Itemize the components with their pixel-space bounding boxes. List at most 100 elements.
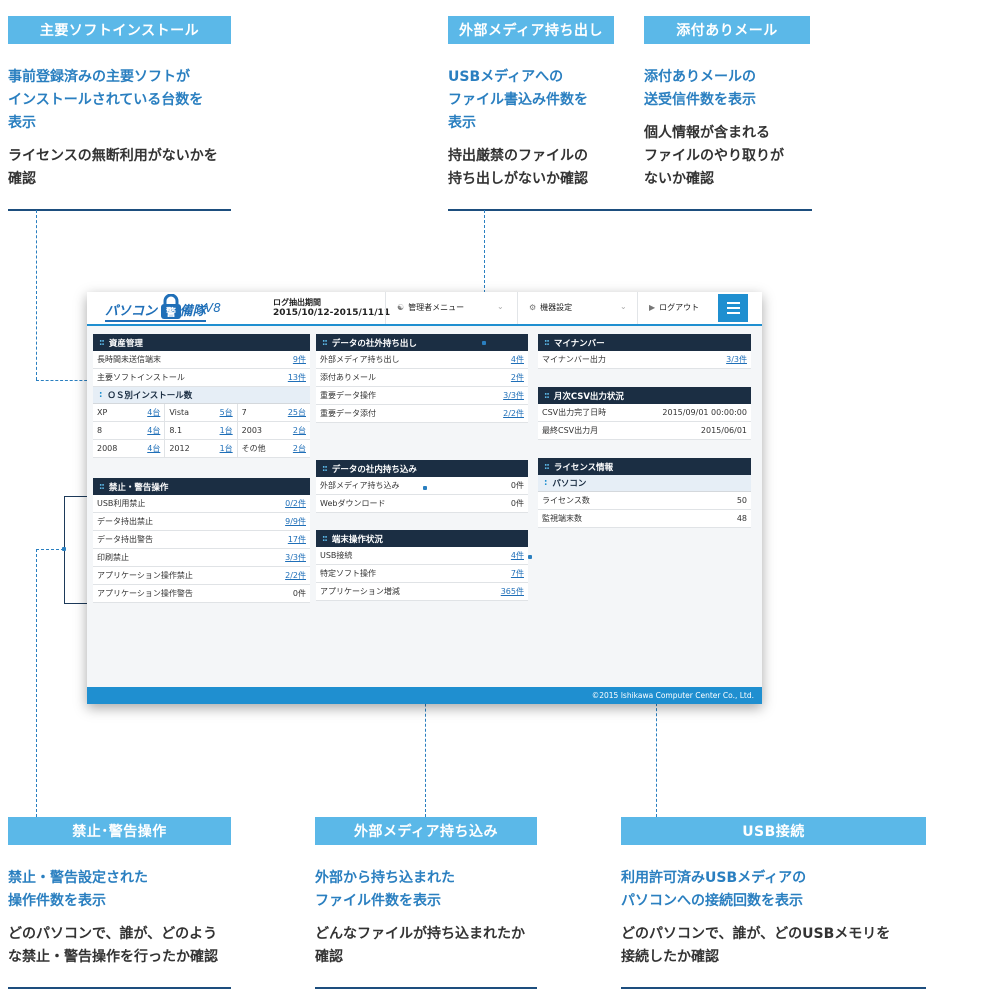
os-cell: XP 4台: [93, 404, 166, 422]
list-item: データ持出警告 17件: [93, 531, 310, 549]
callout-title: 禁止･警告操作: [8, 817, 231, 845]
chevron-down-icon[interactable]: ⌄: [497, 302, 504, 311]
list-item: CSV出力完了日時 2015/09/01 00:00:00: [538, 404, 751, 422]
logout-button[interactable]: ▶ ログアウト: [649, 302, 699, 313]
logout-icon: ▶: [649, 303, 656, 312]
panel-header: :: マイナンバー: [538, 334, 751, 351]
callout-lead: USBメディアへの ファイル書込み件数を 表示: [448, 69, 588, 131]
device-settings-button[interactable]: ⚙ 機器設定: [529, 302, 572, 313]
connector-prohibit-h: [36, 549, 64, 550]
panel-header: :: 資産管理: [93, 334, 310, 351]
os-cell: 8.1 1台: [165, 422, 238, 440]
count-link[interactable]: 9件: [293, 354, 306, 365]
logo-version: V8: [205, 301, 221, 315]
callout-title: 外部メディア持ち込み: [315, 817, 537, 845]
list-item: データ持出禁止 9/9件: [93, 513, 310, 531]
app-window: パソコン 備隊 警 V8 ログ抽出期間 2015/10/12-2015/11/1…: [87, 292, 762, 704]
count-link[interactable]: 365件: [501, 586, 524, 597]
count-link[interactable]: 3/3件: [503, 390, 524, 401]
list-item: マイナンバー出力 3/3件: [538, 351, 751, 369]
callout-lead: 外部から持ち込まれた ファイル件数を表示: [315, 870, 455, 909]
list-item: アプリケーション操作禁止 2/2件: [93, 567, 310, 585]
callout-rule: [8, 987, 231, 989]
callout-mail: 添付ありメール 添付ありメールの 送受信件数を表示 個人情報が含まれる ファイル…: [644, 16, 810, 216]
callout-title: 主要ソフトインストール: [8, 16, 231, 44]
list-item: USB利用禁止 0/2件: [93, 495, 310, 513]
os-cell: 2012 1台: [165, 440, 238, 458]
gear-icon: ⚙: [529, 303, 537, 312]
callout-lead: 禁止・警告設定された 操作件数を表示: [8, 870, 148, 909]
count-link[interactable]: 3/3件: [726, 354, 747, 365]
datetime-value: 2015/09/01 00:00:00: [662, 408, 747, 417]
callout-media-out: 外部メディア持ち出し USBメディアへの ファイル書込み件数を 表示 持出厳禁の…: [448, 16, 812, 216]
connector-dot: [482, 341, 486, 345]
chevron-down-icon[interactable]: ⌄: [620, 302, 627, 311]
app-logo[interactable]: パソコン 備隊 警 V8: [87, 292, 247, 325]
hamburger-menu-button[interactable]: [718, 294, 748, 322]
panel-header: :: データの社内持ち込み: [316, 460, 528, 477]
app-footer: ©2015 Ishikawa Computer Center Co., Ltd.: [87, 687, 762, 704]
os-cell: Vista 5台: [165, 404, 238, 422]
list-item: 主要ソフトインストール 13件: [93, 369, 310, 387]
connector-dot: [423, 486, 427, 490]
os-cell: 8 4台: [93, 422, 166, 440]
list-item: 監視端末数 48: [538, 510, 751, 528]
list-item: 長時間未送信端末 9件: [93, 351, 310, 369]
list-item: 印刷禁止 3/3件: [93, 549, 310, 567]
callout-rule: [8, 209, 231, 211]
callout-lead: 添付ありメールの 送受信件数を表示: [644, 69, 756, 108]
list-item: Webダウンロード 0件: [316, 495, 528, 513]
os-cell: その他 2台: [237, 440, 310, 458]
count-link[interactable]: 7件: [511, 568, 524, 579]
count-link[interactable]: 2/2件: [503, 408, 524, 419]
callout-body: どんなファイルが持ち込まれたか 確認: [315, 926, 525, 965]
panel-header: :: 端末操作状況: [316, 530, 528, 547]
list-item: ライセンス数 50: [538, 492, 751, 510]
callout-lead: 利用許可済みUSBメディアの パソコンへの接続回数を表示: [621, 870, 807, 909]
log-period-label: ログ抽出期間: [273, 298, 321, 307]
count-link[interactable]: 2/2件: [285, 570, 306, 581]
admin-menu-label: 管理者メニュー: [408, 303, 465, 312]
callout-usb: USB接続 利用許可済みUSBメディアの パソコンへの接続回数を表示 どのパソコ…: [621, 817, 926, 992]
count-value: 0件: [510, 481, 524, 490]
count-value: 48: [736, 514, 747, 523]
callout-media-in: 外部メディア持ち込み 外部から持ち込まれた ファイル件数を表示 どんなファイルが…: [315, 817, 537, 992]
list-item: USB接続 4件: [316, 547, 528, 565]
logout-label: ログアウト: [659, 303, 700, 312]
panel-export: :: データの社外持ち出し 外部メディア持ち出し 4件 添付ありメール 2件 重要デー…: [316, 334, 528, 423]
count-link[interactable]: 4件: [511, 354, 524, 365]
panel-header: :: データの社外持ち出し: [316, 334, 528, 351]
list-item: アプリケーション増減 365件: [316, 583, 528, 601]
list-item: 重要データ操作 3/3件: [316, 387, 528, 405]
callout-rule: [315, 987, 537, 989]
panel-license: :: ライセンス情報 : パソコン ライセンス数 50 監視端末数 48: [538, 458, 751, 528]
count-value: 0件: [292, 589, 306, 598]
count-link[interactable]: 9/9件: [285, 516, 306, 527]
os-cell: 2003 2台: [237, 422, 310, 440]
admin-menu-button[interactable]: ☯ 管理者メニュー: [397, 302, 464, 313]
connector-software-h: [36, 380, 92, 381]
count-link[interactable]: 3/3件: [285, 552, 306, 563]
list-item: 外部メディア持ち出し 4件: [316, 351, 528, 369]
connector-dot: [62, 547, 66, 551]
sub-header-pc: : パソコン: [538, 475, 751, 492]
count-link[interactable]: 2件: [511, 372, 524, 383]
panel-prohibit: :: 禁止・警告操作 USB利用禁止 0/2件 データ持出禁止 9/9件 データ持出警…: [93, 478, 310, 603]
log-period: ログ抽出期間 2015/10/12-2015/11/11: [273, 297, 390, 319]
count-link[interactable]: 17件: [288, 534, 306, 545]
count-link[interactable]: 4件: [511, 550, 524, 561]
log-period-value: 2015/10/12-2015/11/11: [273, 308, 391, 318]
callout-rule: [621, 987, 926, 989]
os-cell: 7 25台: [237, 404, 310, 422]
count-link[interactable]: 0/2件: [285, 498, 306, 509]
os-grid: XP 4台 Vista 5台 7 25台 8 4台 8.1 1台 2003 2台 2008 4…: [93, 404, 310, 458]
count-link[interactable]: 13件: [288, 372, 306, 383]
panel-assets: :: 資産管理 長時間未送信端末 9件 主要ソフトインストール 13件 : ＯＳ別インス…: [93, 334, 310, 458]
callout-title: USB接続: [621, 817, 926, 845]
list-item: 外部メディア持ち込み 0件: [316, 477, 528, 495]
callout-title: 外部メディア持ち出し: [448, 16, 614, 44]
count-value: 0件: [510, 499, 524, 508]
callout-body: ライセンスの無断利用がないかを 確認: [8, 148, 218, 187]
list-item: 添付ありメール 2件: [316, 369, 528, 387]
callout-prohibit: 禁止･警告操作 禁止・警告設定された 操作件数を表示 どのパソコンで、誰が、どの…: [8, 817, 231, 992]
